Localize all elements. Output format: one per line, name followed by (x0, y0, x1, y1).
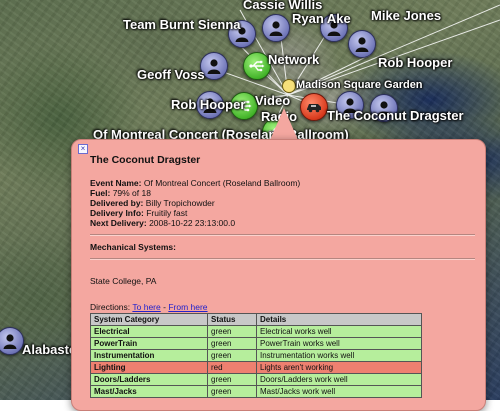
system-category-cell: PowerTrain (90, 337, 208, 350)
system-category-cell: Doors/Ladders (90, 373, 208, 386)
close-icon[interactable]: × (78, 144, 88, 154)
table-row: PowerTrain green PowerTrain works well (90, 337, 422, 350)
next-delivery-label: Next Delivery: (90, 218, 147, 228)
system-category-cell: Electrical (90, 325, 208, 338)
hub-node-network[interactable] (243, 52, 271, 80)
details-cell: Mast/Jacks work well (256, 385, 422, 398)
fuel-row: Fuel: 79% of 18 (90, 188, 475, 198)
venue-pin-icon[interactable] (282, 79, 296, 93)
event-name-label: Event Name: (90, 178, 142, 188)
table-row: Electrical green Electrical works well (90, 325, 422, 338)
popup-body: The Coconut Dragster Event Name: Of Mont… (90, 154, 475, 398)
status-cell: green (207, 373, 257, 386)
details-cell: Doors/Ladders work well (256, 373, 422, 386)
fuel-value: 79% of 18 (112, 188, 151, 198)
vehicle-node-coconut-dragster[interactable] (300, 93, 328, 121)
details-cell: Lights aren't working (256, 361, 422, 374)
divider (90, 258, 475, 260)
details-cell: Instrumentation works well (256, 349, 422, 362)
status-cell: green (207, 337, 257, 350)
directions-row: Directions: To here - From here (90, 302, 475, 312)
map-label-mike-jones: Mike Jones (371, 8, 442, 23)
details-cell: PowerTrain works well (256, 337, 422, 350)
column-header-details: Details (256, 313, 422, 326)
person-node-cassie-willis[interactable] (262, 14, 290, 42)
fuel-label: Fuel: (90, 188, 111, 198)
usb-icon (249, 60, 265, 72)
map-label-the-coconut-dragster: The Coconut Dragster (327, 108, 464, 123)
system-category-cell: Mast/Jacks (90, 385, 208, 398)
directions-label: Directions: (90, 302, 131, 312)
status-cell: green (207, 349, 257, 362)
popup-title: The Coconut Dragster (90, 154, 201, 166)
event-name-value: Of Montreal Concert (Roseland Ballroom) (143, 178, 301, 188)
delivered-by-row: Delivered by: Billy Tropichowder (90, 198, 475, 208)
person-node-rob-hooper-right[interactable] (348, 30, 376, 58)
event-name-row: Event Name: Of Montreal Concert (Roselan… (90, 178, 475, 188)
map-label-ryan-ake: Ryan Ake (292, 11, 351, 26)
status-cell: red (207, 361, 257, 374)
map-label-video: Video (255, 93, 291, 108)
divider (90, 234, 475, 236)
map-label-rob-hooper-left: Rob Hooper (171, 97, 246, 112)
column-header-system-category: System Category (90, 313, 208, 326)
table-row: Doors/Ladders green Doors/Ladders work w… (90, 373, 422, 386)
location-text: State College, PA (90, 276, 157, 286)
map-label-team-burnt-sienna: Team Burnt Sienna (123, 17, 241, 32)
delivery-info-label: Delivery Info: (90, 208, 144, 218)
map-label-madison-square-garden: Madison Square Garden (296, 79, 423, 91)
person-icon (269, 21, 283, 36)
systems-table: System Category Status Details Electrica… (90, 313, 422, 398)
info-popup: × The Coconut Dragster Event Name: Of Mo… (71, 139, 486, 411)
delivered-by-value: Billy Tropichowder (145, 198, 215, 208)
truck-icon (307, 104, 321, 113)
table-row: Mast/Jacks green Mast/Jacks work well (90, 385, 422, 398)
next-delivery-row: Next Delivery: 2008-10-22 23:13:00.0 (90, 218, 475, 228)
delivery-info-row: Delivery Info: Fruitily fast (90, 208, 475, 218)
popup-pointer (270, 108, 298, 140)
next-delivery-value: 2008-10-22 23:13:00.0 (149, 218, 236, 228)
system-category-cell: Lighting (90, 361, 208, 374)
details-cell: Electrical works well (256, 325, 422, 338)
table-row: Instrumentation green Instrumentation wo… (90, 349, 422, 362)
map-label-geoff-voss: Geoff Voss (137, 67, 205, 82)
person-icon (3, 334, 17, 349)
table-header-row: System Category Status Details (90, 313, 422, 326)
column-header-status: Status (207, 313, 257, 326)
directions-separator: - (163, 302, 166, 312)
delivery-info-value: Fruitily fast (146, 208, 188, 218)
to-here-link[interactable]: To here (132, 302, 160, 312)
table-row: Lighting red Lights aren't working (90, 361, 422, 374)
status-cell: green (207, 385, 257, 398)
from-here-link[interactable]: From here (168, 302, 207, 312)
person-icon (207, 59, 221, 74)
delivered-by-label: Delivered by: (90, 198, 144, 208)
person-icon (355, 37, 369, 52)
status-cell: green (207, 325, 257, 338)
system-category-cell: Instrumentation (90, 349, 208, 362)
map-label-rob-hooper-right: Rob Hooper (378, 55, 453, 70)
map-label-network: Network (268, 52, 320, 67)
mechanical-systems-heading: Mechanical Systems: (90, 242, 176, 252)
